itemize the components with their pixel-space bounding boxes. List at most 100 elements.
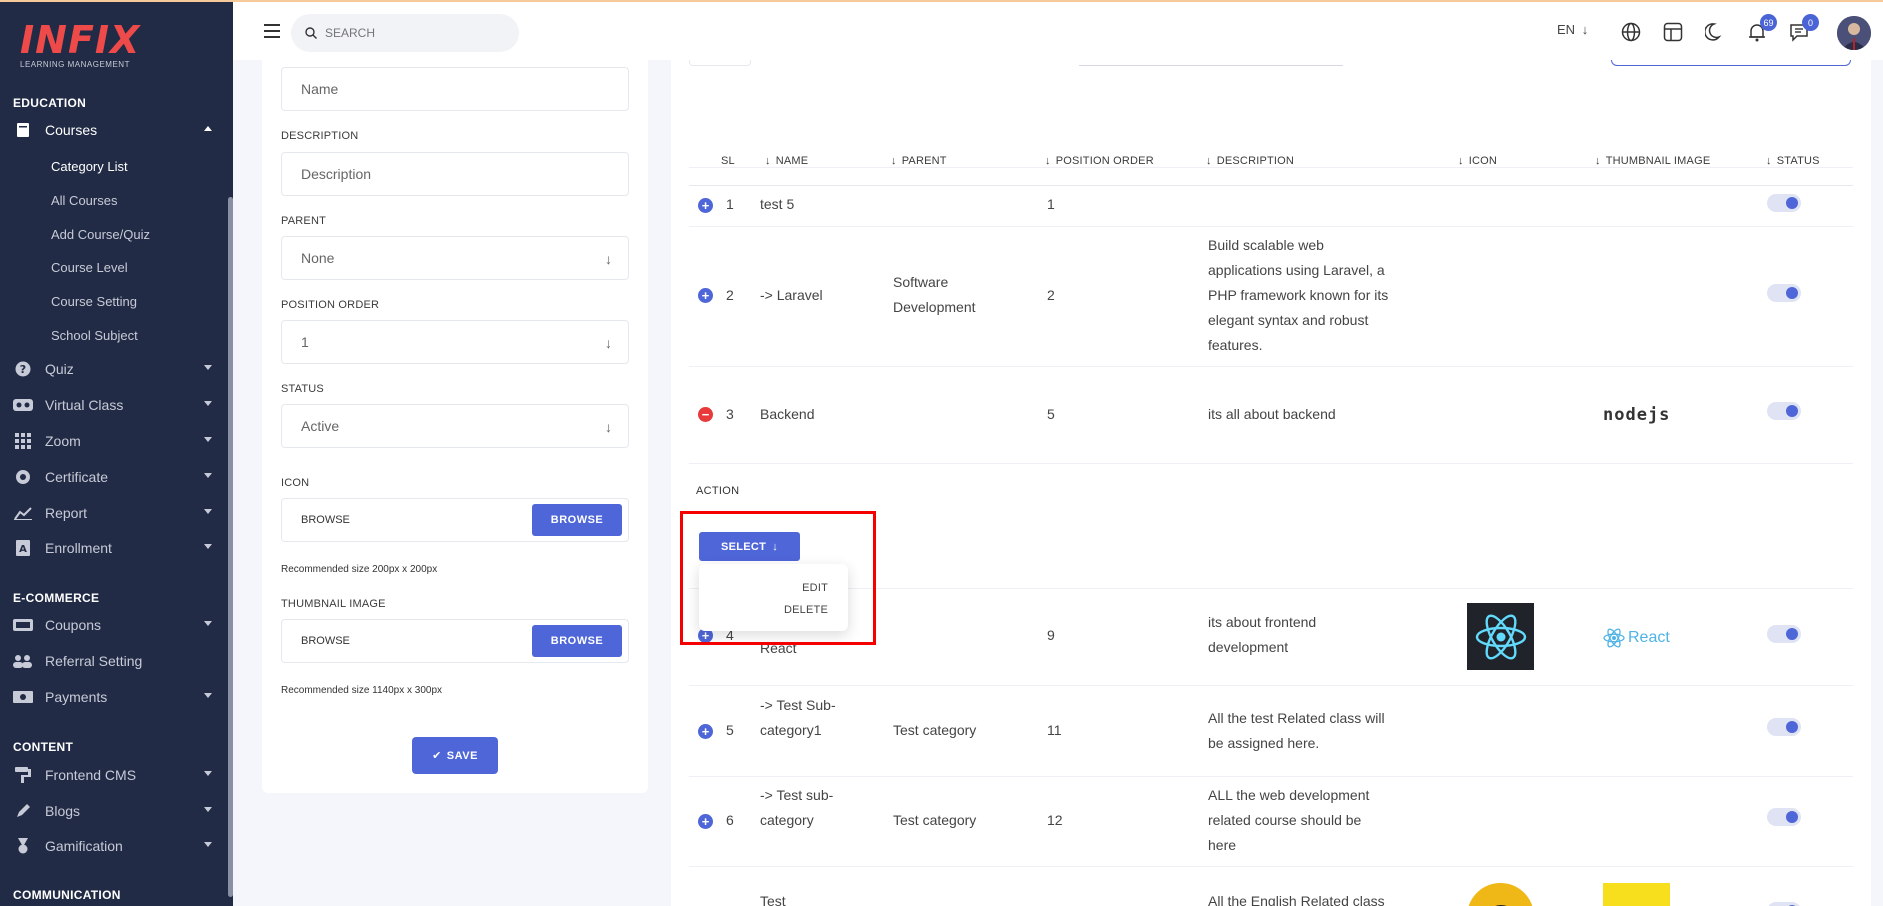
top-header: EN ↓ 69 0 [233, 2, 1883, 60]
cell-sl: 5 [726, 722, 734, 738]
row-divider [689, 167, 1853, 168]
sidebar-item-label: Report [45, 505, 88, 521]
sidebar-item-enrollment[interactable]: A Enrollment [13, 537, 218, 559]
globe-icon[interactable] [1619, 20, 1643, 44]
sidebar-subitem-school-subject[interactable]: School Subject [51, 328, 138, 343]
status-toggle[interactable] [1767, 284, 1801, 302]
message-badge: 0 [1802, 14, 1819, 31]
parent-select[interactable]: None ↓ [281, 236, 629, 280]
language-selector[interactable]: EN ↓ [1557, 22, 1588, 37]
status-select[interactable]: Active ↓ [281, 404, 629, 448]
cell-name: -> Laravel [760, 287, 823, 303]
col-header-name[interactable]: ↓ NAME [765, 155, 808, 167]
sidebar-item-zoom[interactable]: Zoom [13, 430, 218, 452]
search-input[interactable] [325, 26, 495, 40]
language-label: EN [1557, 22, 1576, 37]
chevron-down-icon [204, 544, 212, 549]
svg-text:A: A [19, 544, 27, 555]
expand-row-button[interactable]: + [698, 198, 713, 213]
parent-value: None [301, 250, 335, 266]
sidebar-subitem-add-course[interactable]: Add Course/Quiz [51, 227, 150, 242]
col-header-label: DESCRIPTION [1216, 155, 1295, 167]
expand-row-button[interactable]: + [698, 288, 713, 303]
sidebar-subitem-all-courses[interactable]: All Courses [51, 193, 117, 208]
chat-icon[interactable]: 0 [1787, 14, 1819, 44]
col-header-thumbnail[interactable]: ↓ THUMBNAIL IMAGE [1595, 155, 1710, 167]
vr-headset-icon [13, 397, 33, 413]
description-field[interactable]: Description [281, 152, 629, 196]
col-header-position[interactable]: ↓ POSITION ORDER [1045, 155, 1154, 167]
col-header-status[interactable]: ↓ STATUS [1766, 155, 1820, 167]
sidebar-item-payments[interactable]: Payments [13, 686, 218, 708]
col-header-parent[interactable]: ↓ PARENT [891, 155, 947, 167]
position-order-select[interactable]: 1 ↓ [281, 320, 629, 364]
menu-toggle-icon[interactable] [264, 24, 280, 38]
sidebar-item-label: Enrollment [45, 540, 112, 556]
sidebar-item-report[interactable]: Report [13, 502, 218, 524]
sidebar-subitem-course-level[interactable]: Course Level [51, 260, 128, 275]
col-header-icon[interactable]: ↓ ICON [1458, 155, 1497, 167]
status-toggle[interactable] [1767, 718, 1801, 736]
cell-name: -> Test sub-category [760, 787, 834, 828]
bell-icon[interactable]: 69 [1745, 14, 1777, 44]
sidebar-item-label: Zoom [45, 433, 81, 449]
icon-file-field[interactable]: BROWSE BROWSE [281, 498, 629, 542]
icon-browse-button[interactable]: BROWSE [532, 504, 622, 536]
sidebar-item-blogs[interactable]: Blogs [13, 800, 218, 822]
sidebar-item-gamification[interactable]: Gamification [13, 835, 218, 857]
sidebar-item-quiz[interactable]: ? Quiz [13, 358, 218, 380]
brand-tagline: LEARNING MANAGEMENT [20, 60, 130, 69]
logo[interactable]: INFIX LEARNING MANAGEMENT [20, 20, 140, 69]
sidebar-item-frontend-cms[interactable]: Frontend CMS [13, 764, 218, 786]
arrow-down-icon: ↓ [605, 335, 612, 351]
chevron-down-icon [204, 509, 212, 514]
table-top-controls [671, 60, 1871, 78]
layout-icon[interactable] [1661, 20, 1685, 44]
arrow-down-icon: ↓ [1458, 155, 1464, 167]
status-toggle[interactable] [1767, 625, 1801, 643]
thumbnail-label: THUMBNAIL IMAGE [281, 598, 386, 610]
col-header-description[interactable]: ↓ DESCRIPTION [1206, 155, 1294, 167]
sidebar-subitem-course-setting[interactable]: Course Setting [51, 294, 137, 309]
position-order-label: POSITION ORDER [281, 299, 380, 311]
paint-roller-icon [13, 767, 33, 783]
chevron-down-icon [204, 807, 212, 812]
sidebar-scrollbar[interactable] [228, 197, 233, 897]
sidebar-item-courses[interactable]: Courses [13, 119, 218, 141]
avatar[interactable] [1837, 16, 1871, 50]
save-button[interactable]: ✔ SAVE [412, 737, 498, 774]
name-field[interactable]: Name [281, 67, 629, 111]
status-toggle[interactable] [1767, 902, 1801, 906]
status-toggle[interactable] [1767, 808, 1801, 826]
sidebar-item-coupons[interactable]: Coupons [13, 614, 218, 636]
sidebar-item-referral[interactable]: Referral Setting [13, 650, 218, 672]
sidebar-subitem-category-list[interactable]: Category List [51, 159, 128, 174]
sidebar-item-certificate[interactable]: Certificate [13, 466, 218, 488]
expand-row-button[interactable]: + [698, 814, 713, 829]
moon-icon[interactable] [1703, 20, 1727, 44]
cell-description: ALL the web development related course s… [1208, 787, 1370, 853]
cell-description: its all about backend [1208, 406, 1336, 422]
sidebar-item-virtual-class[interactable]: Virtual Class [13, 394, 218, 416]
svg-text:?: ? [20, 363, 26, 376]
expand-row-button[interactable]: + [698, 724, 713, 739]
collapse-row-button[interactable]: − [698, 407, 713, 422]
status-toggle[interactable] [1767, 194, 1801, 212]
section-education: EDUCATION [13, 96, 87, 110]
status-toggle[interactable] [1767, 402, 1801, 420]
cell-name: Backend [760, 406, 815, 422]
thumbnail-browse-button[interactable]: BROWSE [532, 625, 622, 657]
chevron-down-icon [204, 437, 212, 442]
col-header-sl[interactable]: SL [721, 155, 735, 167]
cell-name: Test category [760, 893, 786, 906]
arrow-down-icon: ↓ [765, 155, 771, 167]
section-ecommerce: E-COMMERCE [13, 591, 100, 605]
cell-sl: 6 [726, 812, 734, 828]
pen-icon [13, 803, 33, 819]
cell-description: Build scalable web applications using La… [1208, 237, 1389, 353]
search-bar[interactable] [291, 14, 519, 52]
sidebar-item-label: Frontend CMS [45, 767, 137, 783]
react-icon [1467, 603, 1534, 670]
thumbnail-file-field[interactable]: BROWSE BROWSE [281, 619, 629, 663]
col-header-label: POSITION ORDER [1055, 155, 1154, 167]
